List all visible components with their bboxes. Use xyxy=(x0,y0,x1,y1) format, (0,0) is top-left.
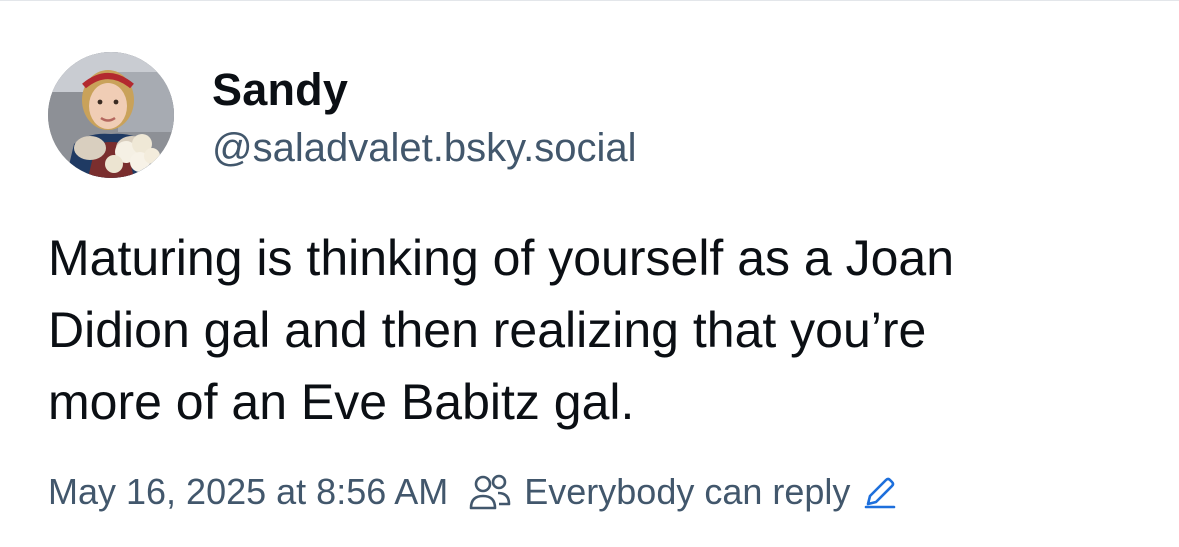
author-display-name[interactable]: Sandy xyxy=(212,62,637,118)
avatar-photo-icon xyxy=(48,52,174,178)
post-meta: May 16, 2025 at 8:56 AM Everybody can re… xyxy=(48,464,898,520)
post-text: Maturing is thinking of yourself as a Jo… xyxy=(48,230,955,430)
post-card: Sandy @saladvalet.bsky.social Maturing i… xyxy=(0,0,1179,547)
people-icon xyxy=(468,472,512,512)
avatar[interactable] xyxy=(48,52,174,178)
author-handle[interactable]: @saladvalet.bsky.social xyxy=(212,122,637,174)
pencil-icon[interactable] xyxy=(862,474,898,510)
reply-setting[interactable]: Everybody can reply xyxy=(468,471,898,513)
post-timestamp[interactable]: May 16, 2025 at 8:56 AM xyxy=(48,471,448,513)
reply-setting-label: Everybody can reply xyxy=(524,471,851,512)
author-block: Sandy @saladvalet.bsky.social xyxy=(212,62,637,174)
top-divider xyxy=(0,0,1179,1)
